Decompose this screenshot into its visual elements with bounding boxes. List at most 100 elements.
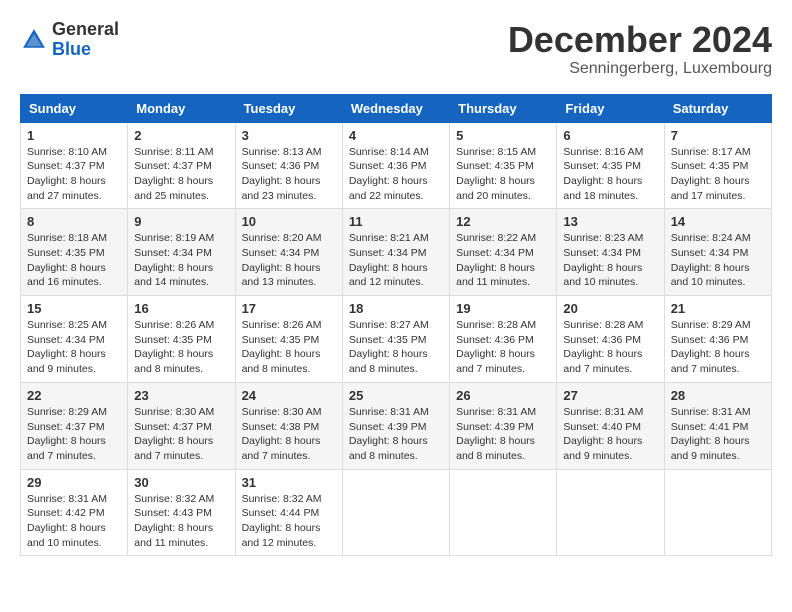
day-cell: 25Sunrise: 8:31 AMSunset: 4:39 PMDayligh… (342, 382, 449, 469)
week-row-1: 1 Sunrise: 8:10 AMSunset: 4:37 PMDaylight… (21, 122, 772, 209)
day-info: Sunrise: 8:29 AMSunset: 4:36 PMDaylight:… (671, 318, 765, 377)
day-number: 2 (134, 128, 228, 143)
day-cell: 15Sunrise: 8:25 AMSunset: 4:34 PMDayligh… (21, 296, 128, 383)
title-block: December 2024 Senningerberg, Luxembourg (508, 20, 772, 78)
day-number: 17 (242, 301, 336, 316)
day-cell: 9 Sunrise: 8:19 AMSunset: 4:34 PMDaylight… (128, 209, 235, 296)
day-number: 13 (563, 214, 657, 229)
calendar-table: SundayMondayTuesdayWednesdayThursdayFrid… (20, 94, 772, 557)
day-number: 7 (671, 128, 765, 143)
header-friday: Friday (557, 94, 664, 122)
day-info: Sunrise: 8:25 AMSunset: 4:34 PMDaylight:… (27, 318, 121, 377)
day-number: 30 (134, 475, 228, 490)
day-cell: 21 Sunrise: 8:29 AMSunset: 4:36 PMDayligh… (664, 296, 771, 383)
day-number: 4 (349, 128, 443, 143)
day-number: 5 (456, 128, 550, 143)
day-cell: 6Sunrise: 8:16 AMSunset: 4:35 PMDaylight… (557, 122, 664, 209)
day-number: 11 (349, 214, 443, 229)
day-info: Sunrise: 8:18 AMSunset: 4:35 PMDaylight:… (27, 231, 121, 290)
day-info: Sunrise: 8:11 AMSunset: 4:37 PMDaylight:… (134, 145, 228, 204)
day-cell: 18Sunrise: 8:27 AMSunset: 4:35 PMDayligh… (342, 296, 449, 383)
day-cell: 23Sunrise: 8:30 AMSunset: 4:37 PMDayligh… (128, 382, 235, 469)
day-number: 18 (349, 301, 443, 316)
calendar-header-row: SundayMondayTuesdayWednesdayThursdayFrid… (21, 94, 772, 122)
day-cell: 4 Sunrise: 8:14 AMSunset: 4:36 PMDaylight… (342, 122, 449, 209)
logo: General Blue (20, 20, 119, 60)
day-number: 1 (27, 128, 121, 143)
day-cell: 29Sunrise: 8:31 AMSunset: 4:42 PMDayligh… (21, 469, 128, 556)
day-number: 23 (134, 388, 228, 403)
day-cell: 7 Sunrise: 8:17 AMSunset: 4:35 PMDaylight… (664, 122, 771, 209)
day-info: Sunrise: 8:32 AMSunset: 4:44 PMDaylight:… (242, 492, 336, 551)
day-info: Sunrise: 8:26 AMSunset: 4:35 PMDaylight:… (242, 318, 336, 377)
day-cell: 27Sunrise: 8:31 AMSunset: 4:40 PMDayligh… (557, 382, 664, 469)
day-cell: 19 Sunrise: 8:28 AMSunset: 4:36 PMDayligh… (450, 296, 557, 383)
logo-general: General (52, 19, 119, 39)
day-info: Sunrise: 8:23 AMSunset: 4:34 PMDaylight:… (563, 231, 657, 290)
day-cell: 30 Sunrise: 8:32 AMSunset: 4:43 PMDayligh… (128, 469, 235, 556)
day-number: 6 (563, 128, 657, 143)
day-info: Sunrise: 8:19 AMSunset: 4:34 PMDaylight:… (134, 231, 228, 290)
day-info: Sunrise: 8:17 AMSunset: 4:35 PMDaylight:… (671, 145, 765, 204)
day-number: 28 (671, 388, 765, 403)
day-number: 26 (456, 388, 550, 403)
day-number: 29 (27, 475, 121, 490)
day-number: 8 (27, 214, 121, 229)
day-info: Sunrise: 8:28 AMSunset: 4:36 PMDaylight:… (456, 318, 550, 377)
day-number: 19 (456, 301, 550, 316)
day-info: Sunrise: 8:14 AMSunset: 4:36 PMDaylight:… (349, 145, 443, 204)
day-cell: 14 Sunrise: 8:24 AMSunset: 4:34 PMDayligh… (664, 209, 771, 296)
day-cell (664, 469, 771, 556)
day-info: Sunrise: 8:22 AMSunset: 4:34 PMDaylight:… (456, 231, 550, 290)
day-cell: 8 Sunrise: 8:18 AMSunset: 4:35 PMDaylight… (21, 209, 128, 296)
week-row-2: 8 Sunrise: 8:18 AMSunset: 4:35 PMDaylight… (21, 209, 772, 296)
day-cell: 20 Sunrise: 8:28 AMSunset: 4:36 PMDayligh… (557, 296, 664, 383)
day-cell (342, 469, 449, 556)
header-sunday: Sunday (21, 94, 128, 122)
day-info: Sunrise: 8:21 AMSunset: 4:34 PMDaylight:… (349, 231, 443, 290)
day-cell: 22Sunrise: 8:29 AMSunset: 4:37 PMDayligh… (21, 382, 128, 469)
day-info: Sunrise: 8:13 AMSunset: 4:36 PMDaylight:… (242, 145, 336, 204)
day-cell: 3Sunrise: 8:13 AMSunset: 4:36 PMDaylight… (235, 122, 342, 209)
day-cell: 11 Sunrise: 8:21 AMSunset: 4:34 PMDayligh… (342, 209, 449, 296)
header-wednesday: Wednesday (342, 94, 449, 122)
logo-blue: Blue (52, 39, 91, 59)
day-cell: 5Sunrise: 8:15 AMSunset: 4:35 PMDaylight… (450, 122, 557, 209)
page-header: General Blue December 2024 Senningerberg… (20, 20, 772, 78)
day-number: 9 (134, 214, 228, 229)
month-title: December 2024 (508, 20, 772, 60)
logo-icon (20, 26, 48, 54)
day-cell: 31 Sunrise: 8:32 AMSunset: 4:44 PMDayligh… (235, 469, 342, 556)
day-number: 16 (134, 301, 228, 316)
day-cell: 24Sunrise: 8:30 AMSunset: 4:38 PMDayligh… (235, 382, 342, 469)
logo-text: General Blue (52, 20, 119, 60)
day-info: Sunrise: 8:26 AMSunset: 4:35 PMDaylight:… (134, 318, 228, 377)
day-number: 27 (563, 388, 657, 403)
day-number: 21 (671, 301, 765, 316)
day-info: Sunrise: 8:28 AMSunset: 4:36 PMDaylight:… (563, 318, 657, 377)
day-cell: 26 Sunrise: 8:31 AMSunset: 4:39 PMDayligh… (450, 382, 557, 469)
week-row-4: 22Sunrise: 8:29 AMSunset: 4:37 PMDayligh… (21, 382, 772, 469)
day-number: 12 (456, 214, 550, 229)
week-row-5: 29Sunrise: 8:31 AMSunset: 4:42 PMDayligh… (21, 469, 772, 556)
day-cell (557, 469, 664, 556)
day-number: 31 (242, 475, 336, 490)
day-info: Sunrise: 8:31 AMSunset: 4:39 PMDaylight:… (349, 405, 443, 464)
day-number: 10 (242, 214, 336, 229)
day-cell: 17 Sunrise: 8:26 AMSunset: 4:35 PMDayligh… (235, 296, 342, 383)
day-cell: 28 Sunrise: 8:31 AMSunset: 4:41 PMDayligh… (664, 382, 771, 469)
day-info: Sunrise: 8:31 AMSunset: 4:41 PMDaylight:… (671, 405, 765, 464)
location-subtitle: Senningerberg, Luxembourg (508, 60, 772, 78)
header-monday: Monday (128, 94, 235, 122)
day-cell: 2 Sunrise: 8:11 AMSunset: 4:37 PMDaylight… (128, 122, 235, 209)
day-number: 14 (671, 214, 765, 229)
day-info: Sunrise: 8:32 AMSunset: 4:43 PMDaylight:… (134, 492, 228, 551)
week-row-3: 15Sunrise: 8:25 AMSunset: 4:34 PMDayligh… (21, 296, 772, 383)
day-info: Sunrise: 8:24 AMSunset: 4:34 PMDaylight:… (671, 231, 765, 290)
day-info: Sunrise: 8:10 AMSunset: 4:37 PMDaylight:… (27, 145, 121, 204)
day-cell: 13 Sunrise: 8:23 AMSunset: 4:34 PMDayligh… (557, 209, 664, 296)
day-number: 20 (563, 301, 657, 316)
day-info: Sunrise: 8:31 AMSunset: 4:39 PMDaylight:… (456, 405, 550, 464)
day-info: Sunrise: 8:20 AMSunset: 4:34 PMDaylight:… (242, 231, 336, 290)
day-cell: 1 Sunrise: 8:10 AMSunset: 4:37 PMDaylight… (21, 122, 128, 209)
